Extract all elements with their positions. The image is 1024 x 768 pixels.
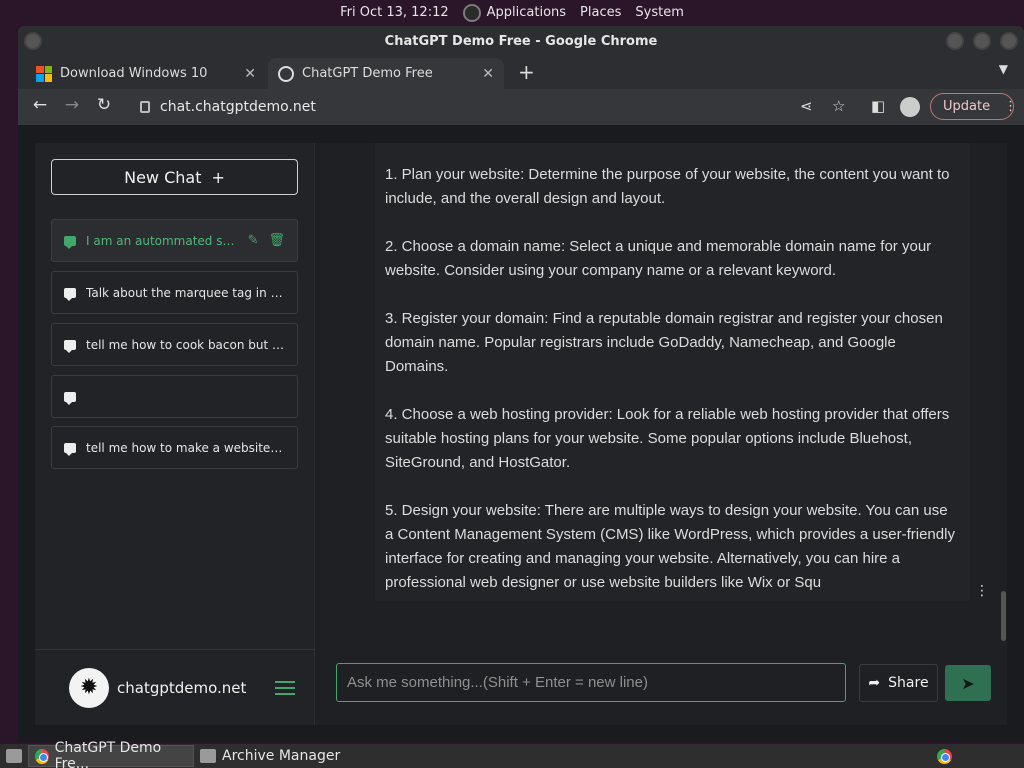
update-label: Update bbox=[943, 99, 991, 114]
chat-history-item[interactable]: I am an autommated scri... ✎ 🗑 bbox=[51, 219, 298, 262]
show-desktop-button[interactable] bbox=[0, 745, 28, 767]
close-tab-icon[interactable]: ✕ bbox=[244, 66, 256, 82]
places-menu[interactable]: Places bbox=[580, 5, 621, 20]
paper-plane-icon: ➤ bbox=[961, 673, 975, 693]
chat-bubble-icon bbox=[64, 287, 76, 301]
tab-download-windows[interactable]: Download Windows 10 ✕ bbox=[26, 58, 266, 89]
close-window-button[interactable] bbox=[1000, 32, 1018, 50]
message-paragraph: 4. Choose a web hosting provider: Look f… bbox=[385, 406, 950, 471]
chrome-tray-icon bbox=[937, 748, 952, 764]
chat-bubble-icon bbox=[64, 442, 76, 456]
window-titlebar[interactable]: ChatGPT Demo Free - Google Chrome bbox=[18, 26, 1024, 56]
tab-title: Download Windows 10 bbox=[60, 66, 208, 81]
close-tab-icon[interactable]: ✕ bbox=[482, 66, 494, 82]
globe-icon bbox=[278, 65, 294, 82]
send-button[interactable]: ➤ bbox=[945, 665, 991, 701]
kebab-menu-icon: ⋮ bbox=[1004, 99, 1018, 114]
share-label: Share bbox=[888, 675, 929, 691]
chat-scrollbar[interactable] bbox=[1001, 143, 1007, 725]
tray-chrome[interactable] bbox=[931, 745, 958, 767]
chat-item-label: I am an autommated scri... bbox=[86, 233, 238, 248]
web-page: New Chat + I am an autommated scri... ✎ … bbox=[18, 125, 1024, 742]
new-chat-button[interactable]: New Chat + bbox=[51, 159, 298, 195]
minimize-button[interactable] bbox=[946, 32, 964, 50]
assistant-message: 1. Plan your website: Determine the purp… bbox=[375, 143, 970, 601]
new-tab-button[interactable]: + bbox=[518, 60, 535, 84]
task-label: Archive Manager bbox=[222, 748, 341, 764]
trash-icon[interactable]: 🗑 bbox=[268, 233, 285, 248]
top-panel: Fri Oct 13, 12:12 Applications Places Sy… bbox=[0, 0, 1024, 25]
message-paragraph: 2. Choose a domain name: Select a unique… bbox=[385, 238, 932, 279]
composer: ➦ Share ➤ bbox=[336, 663, 991, 703]
desktop-icon bbox=[6, 749, 22, 763]
chat-item-label: Talk about the marquee tag in gre... bbox=[86, 285, 285, 300]
address-bar[interactable]: chat.chatgptdemo.net bbox=[130, 92, 810, 122]
share-arrow-icon: ➦ bbox=[868, 675, 881, 691]
maximize-button[interactable] bbox=[973, 32, 991, 50]
profile-avatar-icon[interactable] bbox=[900, 97, 920, 117]
chrome-icon bbox=[35, 748, 49, 764]
message-options-icon[interactable]: ⋮ bbox=[975, 583, 989, 599]
window-menu-button[interactable] bbox=[24, 32, 42, 50]
chat-input[interactable] bbox=[336, 663, 846, 702]
taskbar-archive-manager[interactable]: Archive Manager bbox=[194, 745, 346, 767]
browser-window: ChatGPT Demo Free - Google Chrome Downlo… bbox=[18, 26, 1024, 742]
archive-icon bbox=[200, 749, 216, 763]
scroll-thumb[interactable] bbox=[1001, 591, 1006, 641]
applications-menu[interactable]: Applications bbox=[462, 3, 567, 22]
forward-arrow-icon[interactable]: → bbox=[60, 95, 84, 115]
chat-item-label: tell me how to cook bacon but wri... bbox=[86, 337, 285, 352]
message-paragraph: 3. Register your domain: Find a reputabl… bbox=[385, 310, 943, 375]
reload-icon[interactable]: ↻ bbox=[92, 95, 116, 115]
message-paragraph: 1. Plan your website: Determine the purp… bbox=[385, 166, 950, 207]
plus-icon: + bbox=[211, 167, 225, 187]
share-button[interactable]: ➦ Share bbox=[859, 664, 938, 702]
sun-logo-icon: ✹ bbox=[69, 667, 109, 708]
new-chat-label: New Chat bbox=[124, 167, 202, 187]
tab-title: ChatGPT Demo Free bbox=[302, 66, 433, 81]
update-button[interactable]: Update ⋮ bbox=[930, 93, 1018, 120]
system-menu[interactable]: System bbox=[635, 5, 683, 20]
browser-toolbar: ← → ↻ chat.chatgptdemo.net ⋖ ☆ ◧ Update … bbox=[18, 89, 1024, 125]
tab-search-chevron-icon[interactable]: ▼ bbox=[999, 62, 1008, 76]
windows-logo-icon bbox=[36, 65, 52, 82]
tab-chatgpt-demo[interactable]: ChatGPT Demo Free ✕ bbox=[268, 58, 504, 89]
message-paragraph: 5. Design your website: There are multip… bbox=[385, 502, 955, 591]
chat-item-label: tell me how to make a website but... bbox=[86, 440, 285, 455]
chat-sidebar: New Chat + I am an autommated scri... ✎ … bbox=[35, 143, 315, 725]
side-panel-icon[interactable]: ◧ bbox=[871, 97, 885, 115]
lock-icon[interactable] bbox=[140, 101, 150, 113]
chat-history-item[interactable] bbox=[51, 375, 298, 418]
sidebar-footer: ✹ chatgptdemo.net bbox=[35, 649, 315, 725]
gnome-foot-icon bbox=[462, 3, 481, 22]
chat-bubble-icon bbox=[64, 339, 76, 353]
taskbar: ChatGPT Demo Fre... Archive Manager bbox=[0, 740, 1024, 768]
applications-label: Applications bbox=[486, 5, 567, 20]
hamburger-menu-icon[interactable] bbox=[275, 677, 295, 699]
share-page-icon[interactable]: ⋖ bbox=[800, 97, 813, 115]
tab-strip: Download Windows 10 ✕ ChatGPT Demo Free … bbox=[18, 56, 1024, 89]
chat-main: 1. Plan your website: Determine the purp… bbox=[315, 143, 1007, 725]
bookmark-star-icon[interactable]: ☆ bbox=[832, 97, 845, 115]
task-label: ChatGPT Demo Fre... bbox=[54, 740, 162, 768]
chat-history-item[interactable]: tell me how to cook bacon but wri... bbox=[51, 323, 298, 366]
chat-bubble-icon bbox=[64, 391, 76, 405]
brand-name: chatgptdemo.net bbox=[117, 678, 247, 697]
chat-history-item[interactable]: tell me how to make a website but... bbox=[51, 426, 298, 469]
edit-pencil-icon[interactable]: ✎ bbox=[248, 233, 259, 248]
chat-bubble-icon bbox=[64, 235, 76, 249]
back-arrow-icon[interactable]: ← bbox=[28, 95, 52, 115]
taskbar-chrome[interactable]: ChatGPT Demo Fre... bbox=[28, 740, 194, 768]
url-text[interactable]: chat.chatgptdemo.net bbox=[160, 99, 316, 115]
window-title: ChatGPT Demo Free - Google Chrome bbox=[384, 33, 658, 49]
clock[interactable]: Fri Oct 13, 12:12 bbox=[340, 5, 449, 20]
chat-history-item[interactable]: Talk about the marquee tag in gre... bbox=[51, 271, 298, 314]
